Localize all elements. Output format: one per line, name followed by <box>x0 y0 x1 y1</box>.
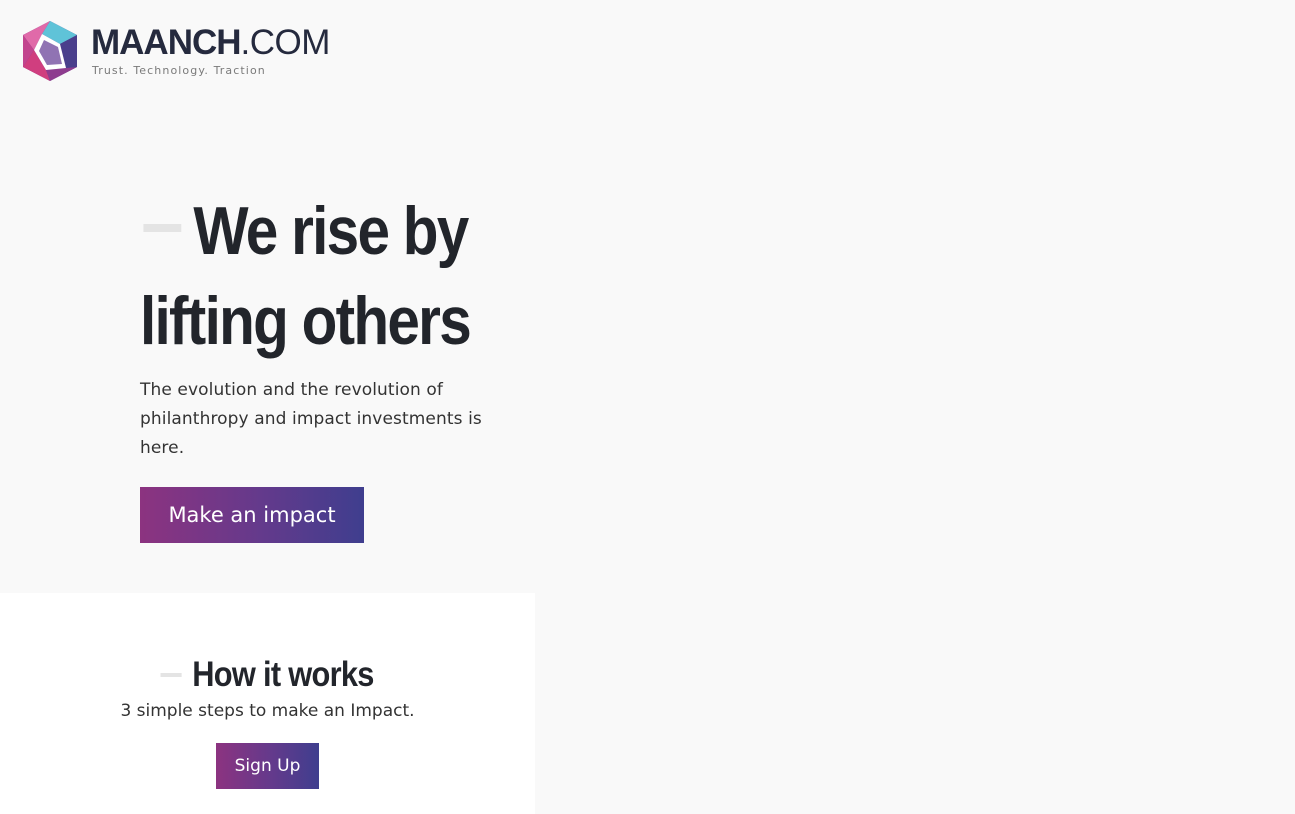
how-it-works-title: How it works <box>160 655 375 695</box>
sign-up-button[interactable]: Sign Up <box>216 743 319 789</box>
section-dash-decoration <box>160 673 183 677</box>
hero-title-line-2: lifting others <box>140 283 472 359</box>
site-logo[interactable]: MAANCH .COM Trust. Technology. Traction <box>20 20 330 82</box>
title-dash-decoration <box>143 224 182 233</box>
hero-title-line-1-text: We rise by <box>193 193 469 269</box>
how-it-works-section: How it works 3 simple steps to make an I… <box>0 593 535 814</box>
how-it-works-title-text: How it works <box>192 655 375 694</box>
brand-tagline: Trust. Technology. Traction <box>92 64 266 77</box>
make-impact-button[interactable]: Make an impact <box>140 487 364 543</box>
landing-page: MAANCH .COM Trust. Technology. Traction W… <box>0 0 1295 814</box>
hexagon-logo-icon <box>23 21 77 81</box>
hero-section: We rise by lifting others The evolution … <box>140 186 540 543</box>
brand-name-domain: .COM <box>240 23 331 62</box>
brand-name: MAANCH .COM <box>91 24 330 62</box>
how-it-works-subtitle: 3 simple steps to make an Impact. <box>120 701 415 721</box>
brand-name-strong: MAANCH <box>91 23 242 62</box>
hero-title: We rise by lifting others <box>140 186 484 366</box>
hero-title-line-1: We rise by <box>140 186 484 276</box>
hero-subtitle: The evolution and the revolution of phil… <box>140 380 482 458</box>
